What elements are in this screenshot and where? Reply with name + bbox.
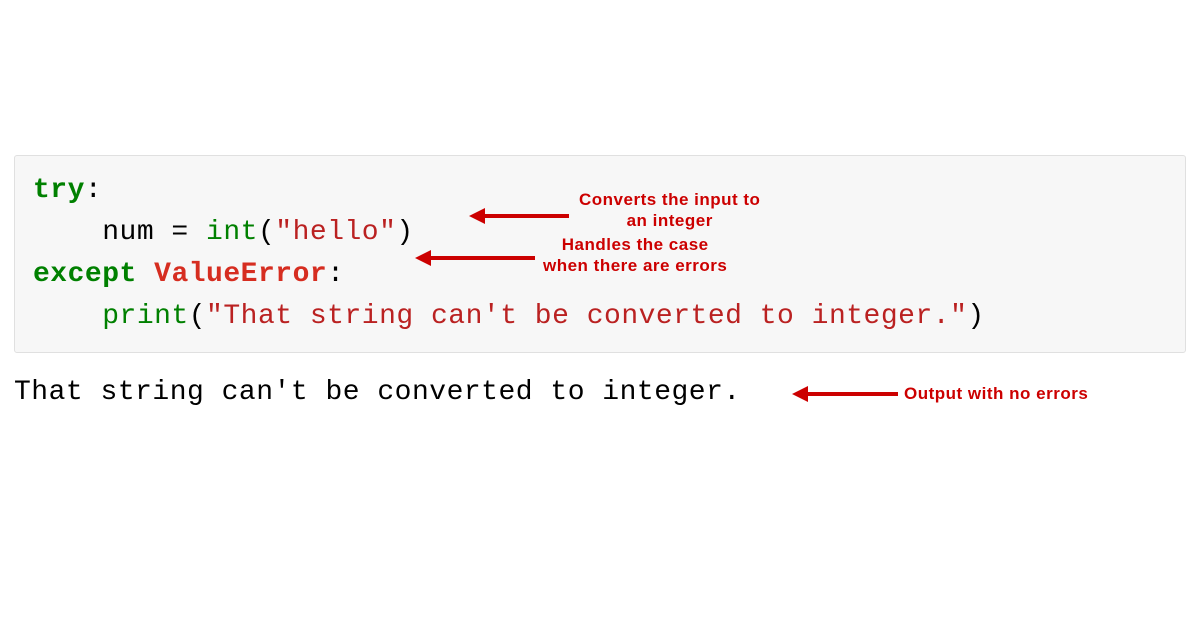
output-text: That string can't be converted to intege… <box>14 377 741 408</box>
annotation-handles: Handles the casewhen there are errors <box>543 234 727 277</box>
code-block: try: num = int("hello") except ValueErro… <box>14 155 1186 353</box>
annotation-convert: Converts the input toan integer <box>579 189 760 232</box>
output-block: That string can't be converted to intege… <box>14 377 1186 408</box>
code-line-4: print("That string can't be converted to… <box>33 296 1167 338</box>
annotation-output: Output with no errors <box>904 383 1088 404</box>
